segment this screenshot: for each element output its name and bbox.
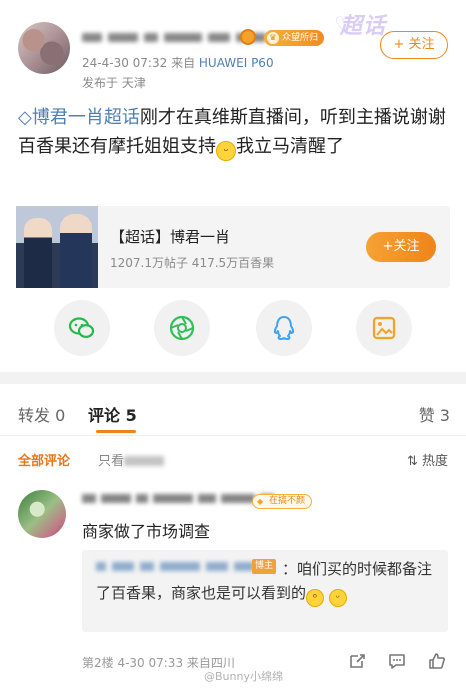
topic-card-title: 【超话】博君一肖 bbox=[110, 228, 231, 246]
crowd-badge[interactable]: ♛ 众望所归 bbox=[264, 30, 325, 46]
reply-text: ：咱们买的时候都备注了百香果，商家也是可以看到的 ᵒ ᵕ bbox=[96, 557, 436, 607]
share-comment-icon[interactable] bbox=[348, 652, 366, 670]
author-avatar[interactable] bbox=[18, 22, 70, 74]
like-comment-icon[interactable] bbox=[428, 652, 446, 670]
super-topic-card[interactable]: 【超话】博君一肖 1207.1万帖子 417.5万百香果 +关注 bbox=[16, 206, 450, 288]
save-image-button[interactable] bbox=[356, 300, 412, 356]
share-qq-button[interactable] bbox=[256, 300, 312, 356]
interaction-tabs: 转发 0 评论 5 赞 3 bbox=[0, 384, 466, 436]
comment-filter-row: 全部评论 只看 ⇅ 热度 bbox=[0, 436, 466, 480]
topic-thumbnail bbox=[16, 206, 98, 288]
moments-icon bbox=[169, 315, 195, 341]
follow-button[interactable]: + 关注 bbox=[380, 31, 448, 59]
wechat-icon bbox=[68, 317, 95, 338]
reply-box[interactable]: 博主 ：咱们买的时候都备注了百香果，商家也是可以看到的 ᵒ ᵕ bbox=[82, 550, 448, 632]
topic-card-stats: 1207.1万帖子 417.5万百香果 bbox=[110, 256, 275, 270]
commenter-badge[interactable]: 在搞不颜 bbox=[252, 494, 313, 509]
comment-text: 商家做了市场调查 bbox=[82, 522, 211, 541]
section-divider bbox=[0, 372, 466, 384]
commenter-avatar[interactable] bbox=[18, 490, 66, 538]
filter-only[interactable]: 只看 bbox=[98, 450, 165, 469]
sort-by-hot[interactable]: ⇅ 热度 bbox=[407, 450, 448, 469]
topic-follow-button[interactable]: +关注 bbox=[366, 232, 436, 262]
owl-badge-icon bbox=[240, 29, 256, 45]
share-wechat-button[interactable] bbox=[54, 300, 110, 356]
image-save-icon bbox=[372, 316, 396, 340]
tab-comment[interactable]: 评论 5 bbox=[88, 402, 137, 426]
watermark: @Bunny小绵绵 bbox=[204, 670, 283, 683]
grin-emoji-icon: ᵕ bbox=[328, 589, 347, 607]
tab-repost[interactable]: 转发 0 bbox=[18, 402, 65, 426]
super-topic-link[interactable]: ◇博君一肖超话 bbox=[18, 107, 140, 128]
active-tab-indicator bbox=[96, 430, 136, 433]
device-link[interactable]: HUAWEI P60 bbox=[199, 56, 274, 70]
post-meta: 24-4-30 07:32 来自 HUAWEI P60 bbox=[82, 56, 274, 70]
filter-all-comments[interactable]: 全部评论 bbox=[18, 450, 70, 469]
reply-comment-icon[interactable] bbox=[388, 652, 406, 670]
sort-icon: ⇅ bbox=[406, 454, 418, 469]
super-topic-watermark: 超话 bbox=[340, 14, 387, 39]
tab-like[interactable]: 赞 3 bbox=[419, 402, 450, 426]
post-location: 发布于 天津 bbox=[82, 76, 146, 90]
grin-emoji-icon: ᵕ bbox=[216, 141, 236, 161]
share-row bbox=[0, 300, 466, 360]
commenter-name-blurred[interactable] bbox=[82, 494, 274, 503]
post-text: ◇博君一肖超话刚才在真维斯直播间，听到主播说谢谢百香果还有摩托姐姐支持 ᵕ 我立马清… bbox=[18, 103, 448, 161]
qq-icon bbox=[273, 316, 295, 340]
share-moments-button[interactable] bbox=[154, 300, 210, 356]
scream-emoji-icon: ᵒ bbox=[306, 589, 325, 607]
post-header: ♡ 超话 ♛ 众望所归 24-4-30 07:32 来自 HUAWEI P60 … bbox=[0, 0, 466, 100]
author-name-blurred[interactable] bbox=[82, 30, 266, 44]
comment-actions bbox=[348, 652, 446, 670]
crown-icon: ♛ bbox=[267, 32, 279, 44]
